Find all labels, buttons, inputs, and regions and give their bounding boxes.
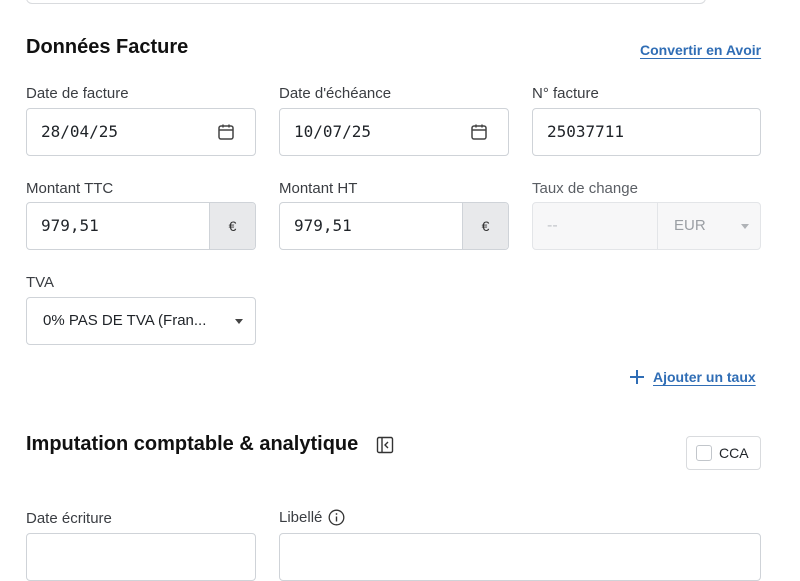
currency-suffix: € [209, 203, 255, 249]
previous-card-edge [26, 0, 706, 4]
convert-to-credit-note-link[interactable]: Convertir en Avoir [640, 42, 761, 58]
amount-ht-label: Montant HT [279, 180, 358, 197]
currency-suffix: € [462, 203, 508, 249]
checkbox-box[interactable] [696, 445, 712, 461]
accounting-section-title: Imputation comptable & analytique [26, 433, 359, 455]
amount-ht-value: 979,51 [294, 216, 352, 235]
caret-down-icon [235, 319, 243, 324]
exchange-rate-label: Taux de change [532, 180, 638, 197]
invoice-date-value: 28/04/25 [41, 122, 119, 141]
exchange-currency-select: EUR [674, 217, 706, 234]
plus-icon [630, 370, 644, 384]
amount-ht-field[interactable]: 979,51 € [279, 202, 509, 250]
invoice-date-field[interactable]: 28/04/25 [26, 108, 256, 156]
invoice-number-label: N° facture [532, 85, 599, 102]
vat-selected-value: 0% PAS DE TVA (Fran... [43, 312, 207, 329]
exchange-rate-field: -- EUR [532, 202, 761, 250]
cca-label: CCA [719, 445, 749, 461]
description-label: Libellé [279, 509, 323, 526]
amount-ttc-label: Montant TTC [26, 180, 114, 197]
entry-date-field[interactable] [26, 533, 256, 581]
due-date-field[interactable]: 10/07/25 [279, 108, 509, 156]
exchange-rate-placeholder: -- [547, 217, 558, 234]
collapse-panel-icon[interactable] [376, 436, 394, 454]
due-date-value: 10/07/25 [294, 122, 372, 141]
info-icon[interactable] [328, 509, 345, 526]
field-divider [657, 203, 658, 249]
invoice-number-field[interactable]: 25037711 [532, 108, 761, 156]
entry-date-label: Date écriture [26, 510, 112, 527]
caret-down-icon [741, 224, 749, 229]
description-field[interactable] [279, 533, 761, 581]
add-rate-link[interactable]: Ajouter un taux [653, 369, 756, 385]
invoice-number-value: 25037711 [547, 122, 625, 141]
calendar-icon[interactable] [470, 123, 488, 141]
amount-ttc-value: 979,51 [41, 216, 99, 235]
vat-select[interactable]: 0% PAS DE TVA (Fran... [26, 297, 256, 345]
amount-ttc-field[interactable]: 979,51 € [26, 202, 256, 250]
description-label-group: Libellé [279, 509, 345, 526]
due-date-label: Date d'échéance [279, 85, 392, 102]
cca-checkbox[interactable]: CCA [686, 436, 761, 470]
invoice-date-label: Date de facture [26, 85, 129, 102]
invoice-section-title: Données Facture [26, 36, 189, 58]
vat-label: TVA [26, 274, 55, 291]
calendar-icon[interactable] [217, 123, 235, 141]
add-rate-button[interactable]: Ajouter un taux [629, 369, 756, 385]
